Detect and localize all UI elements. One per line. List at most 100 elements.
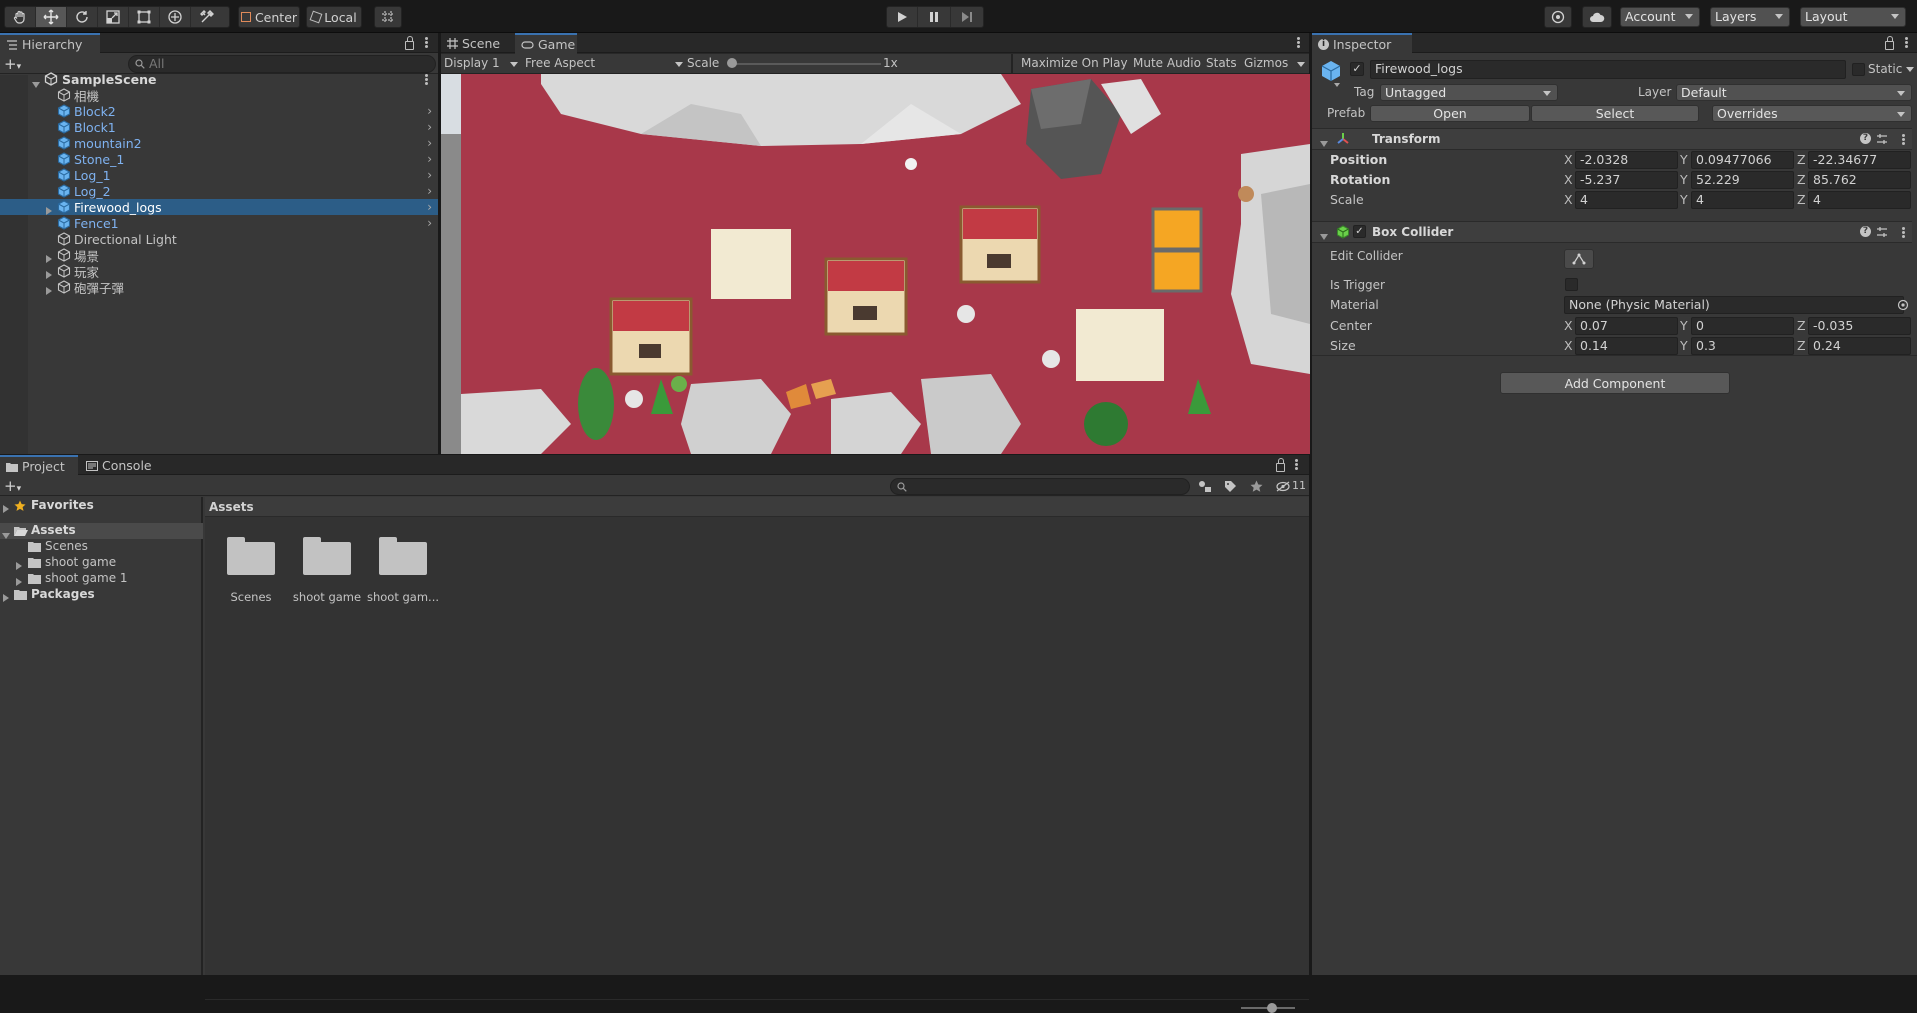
- hidden-eye-icon[interactable]: [1276, 481, 1290, 492]
- tree-item-packages[interactable]: Packages: [0, 587, 203, 603]
- rotate-tool-button[interactable]: [67, 7, 98, 27]
- label-tag-icon[interactable]: [1224, 480, 1237, 493]
- object-name-field[interactable]: Firewood_logs: [1370, 60, 1846, 79]
- account-dropdown[interactable]: Account: [1620, 7, 1700, 27]
- size-z-field[interactable]: 0.24: [1808, 337, 1911, 355]
- hand-tool-button[interactable]: [5, 7, 36, 27]
- folder-icon[interactable]: [227, 537, 275, 575]
- rotation-z-field[interactable]: 85.762: [1808, 171, 1911, 189]
- static-dropdown-icon[interactable]: [1906, 67, 1914, 72]
- layer-dropdown[interactable]: Default: [1676, 84, 1912, 101]
- size-x-field[interactable]: 0.14: [1575, 337, 1678, 355]
- project-search-input[interactable]: [890, 478, 1190, 495]
- play-button[interactable]: [887, 7, 919, 27]
- material-field[interactable]: None (Physic Material): [1564, 296, 1904, 314]
- star-icon[interactable]: [1250, 480, 1263, 493]
- folder-icon[interactable]: [379, 537, 427, 575]
- hierarchy-item[interactable]: Stone_1 ›: [0, 151, 438, 167]
- object-picker-icon[interactable]: [1897, 299, 1909, 311]
- position-y-field[interactable]: 0.09477066: [1691, 151, 1794, 169]
- position-z-field[interactable]: -22.34677: [1808, 151, 1911, 169]
- create-asset-button[interactable]: +▾: [4, 477, 21, 495]
- hierarchy-item[interactable]: 玩家: [0, 263, 438, 280]
- project-menu-icon[interactable]: [1295, 459, 1298, 470]
- scene-root-row[interactable]: SampleScene: [0, 71, 438, 88]
- gizmos-dropdown[interactable]: Gizmos: [1244, 56, 1306, 72]
- is-trigger-checkbox[interactable]: [1565, 278, 1578, 291]
- position-x-field[interactable]: -2.0328: [1575, 151, 1678, 169]
- layers-dropdown[interactable]: Layers: [1710, 7, 1790, 27]
- hierarchy-item[interactable]: Directional Light: [0, 231, 438, 247]
- collab-button[interactable]: [1544, 6, 1572, 28]
- scale-slider-thumb[interactable]: [727, 58, 737, 68]
- chevron-right-icon[interactable]: ›: [427, 136, 432, 150]
- transform-tool-button[interactable]: [160, 7, 191, 27]
- chevron-right-icon[interactable]: ›: [427, 200, 432, 214]
- pivot-local-toggle[interactable]: Local: [306, 6, 362, 28]
- layout-dropdown[interactable]: Layout: [1800, 7, 1906, 27]
- folder-icon[interactable]: [303, 537, 351, 575]
- custom-tool-button[interactable]: [191, 7, 222, 27]
- icon-size-slider-thumb[interactable]: [1267, 1003, 1277, 1013]
- box-collider-header[interactable]: ✓ Box Collider ?: [1312, 221, 1912, 243]
- step-button[interactable]: [951, 7, 983, 27]
- tab-game[interactable]: Game: [515, 33, 577, 54]
- lock-icon[interactable]: [405, 36, 414, 50]
- center-z-field[interactable]: -0.035: [1808, 317, 1911, 335]
- breadcrumb-assets[interactable]: Assets: [209, 500, 254, 514]
- project-lock-icon[interactable]: [1276, 458, 1285, 472]
- static-checkbox[interactable]: [1852, 63, 1865, 76]
- rotation-x-field[interactable]: -5.237: [1575, 171, 1678, 189]
- tree-item-shoot-game[interactable]: shoot game: [0, 555, 203, 571]
- scale-y-field[interactable]: 4: [1691, 191, 1794, 209]
- transform-header[interactable]: Transform ?: [1312, 128, 1912, 150]
- game-menu-icon[interactable]: [1297, 37, 1300, 48]
- preset-sliders-icon[interactable]: [1876, 133, 1888, 145]
- expand-arrow-icon[interactable]: [46, 283, 52, 298]
- center-y-field[interactable]: 0: [1691, 317, 1794, 335]
- scale-z-field[interactable]: 4: [1808, 191, 1911, 209]
- rect-tool-button[interactable]: [129, 7, 160, 27]
- tree-item-favorites[interactable]: Favorites: [0, 498, 203, 514]
- help-icon[interactable]: ?: [1860, 226, 1871, 237]
- scene-menu-icon[interactable]: [425, 74, 428, 85]
- pause-button[interactable]: [918, 7, 951, 27]
- hierarchy-item[interactable]: Firewood_logs ›: [0, 199, 438, 215]
- box-collider-menu-icon[interactable]: [1902, 227, 1905, 238]
- chevron-right-icon[interactable]: ›: [427, 104, 432, 118]
- hierarchy-item[interactable]: Log_2 ›: [0, 183, 438, 199]
- rotation-y-field[interactable]: 52.229: [1691, 171, 1794, 189]
- scale-tool-button[interactable]: [98, 7, 129, 27]
- hierarchy-item[interactable]: 相機: [0, 87, 438, 104]
- cloud-button[interactable]: [1582, 6, 1612, 28]
- edit-collider-button[interactable]: [1564, 249, 1594, 269]
- help-icon[interactable]: ?: [1860, 133, 1871, 144]
- tab-scene[interactable]: Scene: [441, 33, 515, 54]
- tab-inspector[interactable]: i Inspector: [1312, 33, 1412, 54]
- scale-slider-track[interactable]: [731, 63, 881, 65]
- chevron-right-icon[interactable]: ›: [427, 168, 432, 182]
- chevron-right-icon[interactable]: ›: [427, 216, 432, 230]
- tree-item-shoot-game-1[interactable]: shoot game 1: [0, 571, 203, 587]
- hierarchy-item[interactable]: 場景: [0, 247, 438, 264]
- hierarchy-item[interactable]: 砲彈子彈: [0, 279, 438, 298]
- prefab-open-button[interactable]: Open: [1370, 105, 1530, 122]
- pivot-center-toggle[interactable]: Center: [238, 6, 300, 28]
- hierarchy-item[interactable]: Block2 ›: [0, 103, 438, 119]
- chevron-right-icon[interactable]: ›: [427, 152, 432, 166]
- inspector-lock-icon[interactable]: [1885, 36, 1894, 50]
- chevron-right-icon[interactable]: ›: [427, 184, 432, 198]
- maximize-on-play-toggle[interactable]: Maximize On Play: [1021, 56, 1128, 70]
- hierarchy-item[interactable]: Fence1 ›: [0, 215, 438, 231]
- hierarchy-item[interactable]: Block1 ›: [0, 119, 438, 135]
- tag-dropdown[interactable]: Untagged: [1380, 84, 1558, 101]
- transform-menu-icon[interactable]: [1902, 134, 1905, 145]
- active-checkbox[interactable]: ✓: [1350, 62, 1364, 76]
- box-collider-enabled-checkbox[interactable]: ✓: [1353, 225, 1366, 238]
- grid-snap-button[interactable]: [374, 6, 402, 28]
- mute-audio-toggle[interactable]: Mute Audio: [1133, 56, 1201, 70]
- more-menu-icon[interactable]: [425, 37, 428, 48]
- inspector-menu-icon[interactable]: [1905, 37, 1908, 48]
- center-x-field[interactable]: 0.07: [1575, 317, 1678, 335]
- prefab-overrides-dropdown[interactable]: Overrides: [1712, 105, 1912, 122]
